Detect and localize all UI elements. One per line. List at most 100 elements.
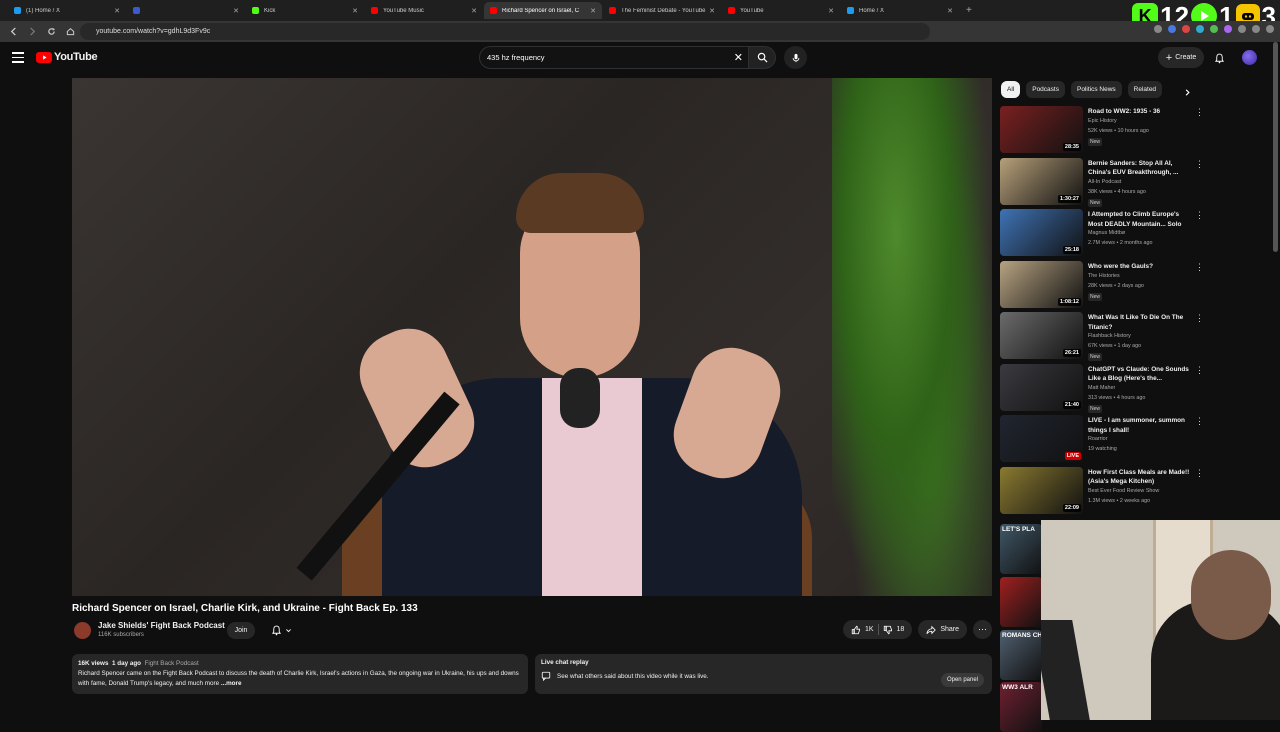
- recommended-channel[interactable]: Matt Maher: [1088, 385, 1115, 391]
- video-thumbnail[interactable]: 21:40: [1000, 363, 1083, 411]
- filter-chip[interactable]: Podcasts: [1026, 81, 1065, 98]
- notifications-bell-icon[interactable]: [1214, 51, 1225, 69]
- more-options-icon[interactable]: ⋮: [1195, 108, 1204, 117]
- dislike-count[interactable]: 18: [897, 626, 905, 633]
- browser-tab[interactable]: ✕: [127, 2, 245, 19]
- close-tab-icon[interactable]: ✕: [590, 7, 596, 15]
- dislike-icon[interactable]: [883, 625, 893, 635]
- youtube-logo[interactable]: YouTube: [36, 51, 98, 63]
- recommended-channel[interactable]: Roarrior: [1088, 436, 1107, 442]
- recommended-video[interactable]: 25:18 I Attempted to Climb Europe's Most …: [1000, 207, 1204, 259]
- recommended-video-thumbnail[interactable]: [1000, 577, 1042, 627]
- recommended-title[interactable]: LIVE - I am summoner, summon things I sh…: [1088, 416, 1190, 435]
- recommended-title[interactable]: Bernie Sanders: Stop All AI, China's EUV…: [1088, 159, 1190, 178]
- browser-tab[interactable]: YouTube Music ✕: [365, 2, 483, 19]
- video-thumbnail[interactable]: 28:35: [1000, 106, 1083, 153]
- video-thumbnail[interactable]: 25:18: [1000, 209, 1083, 256]
- recommended-video[interactable]: 28:35 Road to WW2: 1935 - 36 Epic History 5…: [1000, 104, 1204, 156]
- chevron-right-icon[interactable]: [1183, 84, 1192, 102]
- more-options-icon[interactable]: ⋮: [1195, 468, 1204, 477]
- browser-tab[interactable]: Kick ✕: [246, 2, 364, 19]
- browser-tab[interactable]: YouTube ✕: [722, 2, 840, 19]
- extension-icon[interactable]: [1182, 25, 1190, 33]
- channel-avatar[interactable]: [74, 622, 91, 639]
- video-thumbnail[interactable]: 26:21: [1000, 312, 1083, 359]
- join-button[interactable]: Join: [227, 622, 255, 639]
- recommended-video[interactable]: 1:08:12 Who were the Gauls? The Histories 2…: [1000, 259, 1204, 311]
- filter-chip[interactable]: All: [1001, 81, 1021, 98]
- recommended-title[interactable]: Road to WW2: 1935 - 36: [1088, 107, 1190, 117]
- recommended-title[interactable]: Who were the Gauls?: [1088, 262, 1190, 272]
- recommended-title[interactable]: How First Class Meals are Made!! (Asia's…: [1088, 468, 1190, 487]
- video-player[interactable]: [72, 78, 992, 596]
- recommended-channel[interactable]: All-In Podcast: [1088, 179, 1121, 185]
- subscription-notification-button[interactable]: [264, 622, 298, 639]
- clear-search-icon[interactable]: ✕: [734, 51, 743, 64]
- share-button[interactable]: Share: [918, 620, 967, 639]
- browser-tab[interactable]: Richard Spencer on Israel, C ✕: [484, 2, 602, 19]
- recommended-video-thumbnail[interactable]: LET'S PLA: [1000, 524, 1042, 574]
- video-thumbnail[interactable]: 1:08:12: [1000, 260, 1083, 308]
- search-button[interactable]: [748, 46, 776, 69]
- more-options-icon[interactable]: ⋮: [1195, 417, 1204, 426]
- recommended-video[interactable]: 26:21 What Was It Like To Die On The Tita…: [1000, 310, 1204, 362]
- more-options-icon[interactable]: ⋮: [1195, 211, 1204, 220]
- browser-tab[interactable]: (1) Home / X ✕: [8, 2, 126, 19]
- extension-icon[interactable]: [1238, 25, 1246, 33]
- more-options-icon[interactable]: ⋮: [1195, 365, 1204, 374]
- video-thumbnail[interactable]: 1:30:27: [1000, 157, 1083, 205]
- home-button[interactable]: [63, 25, 77, 39]
- close-tab-icon[interactable]: ✕: [947, 7, 953, 15]
- more-actions-icon[interactable]: ⋯: [973, 620, 992, 639]
- create-button[interactable]: + Create: [1158, 47, 1204, 68]
- recommended-title[interactable]: ChatGPT vs Claude: One Sounds Like a Blo…: [1088, 365, 1190, 384]
- reload-button[interactable]: [44, 25, 58, 39]
- extension-icon[interactable]: [1224, 25, 1232, 33]
- close-tab-icon[interactable]: ✕: [352, 7, 358, 15]
- close-tab-icon[interactable]: ✕: [709, 7, 715, 15]
- extension-icon[interactable]: [1210, 25, 1218, 33]
- channel-name[interactable]: Jake Shields' Fight Back Podcast: [98, 621, 225, 630]
- recommended-video[interactable]: 1:30:27 Bernie Sanders: Stop All AI, Chin…: [1000, 156, 1204, 208]
- extension-icon[interactable]: [1154, 25, 1162, 33]
- recommended-channel[interactable]: Flashback History: [1088, 333, 1131, 339]
- open-panel-button[interactable]: Open panel: [940, 673, 984, 687]
- more-options-icon[interactable]: ⋮: [1195, 262, 1204, 271]
- extension-icon[interactable]: [1196, 25, 1204, 33]
- recommended-channel[interactable]: Magnus Midtbø: [1088, 230, 1125, 236]
- like-count[interactable]: 1K: [865, 626, 874, 633]
- recommended-video[interactable]: 21:40 ChatGPT vs Claude: One Sounds Like …: [1000, 362, 1204, 414]
- show-more-link[interactable]: ...more: [221, 680, 242, 687]
- extension-icon[interactable]: [1168, 25, 1176, 33]
- close-tab-icon[interactable]: ✕: [233, 7, 239, 15]
- filter-chip[interactable]: Politics News: [1070, 81, 1122, 98]
- recommended-title[interactable]: What Was It Like To Die On The Titanic?: [1088, 313, 1190, 332]
- close-tab-icon[interactable]: ✕: [471, 7, 477, 15]
- recommended-title[interactable]: I Attempted to Climb Europe's Most DEADL…: [1088, 210, 1190, 229]
- page-scrollbar[interactable]: [1273, 42, 1278, 252]
- description-tag[interactable]: Fight Back Podcast: [145, 660, 199, 667]
- recommended-channel[interactable]: Epic History: [1088, 118, 1117, 124]
- recommended-video-thumbnail[interactable]: ROMANS CHAN: [1000, 630, 1042, 680]
- close-tab-icon[interactable]: ✕: [114, 7, 120, 15]
- extension-icon[interactable]: [1252, 25, 1260, 33]
- recommended-video[interactable]: LIVE LIVE - I am summoner, summon things …: [1000, 413, 1204, 465]
- url-bar[interactable]: youtube.com/watch?v=gdhL9d3Fv9c: [80, 23, 930, 40]
- hamburger-menu-icon[interactable]: [12, 52, 24, 63]
- search-input[interactable]: 435 hz frequency ✕: [479, 46, 749, 69]
- close-tab-icon[interactable]: ✕: [828, 7, 834, 15]
- back-button[interactable]: [6, 25, 20, 39]
- video-thumbnail[interactable]: 22:09: [1000, 466, 1083, 514]
- more-options-icon[interactable]: ⋮: [1195, 159, 1204, 168]
- video-thumbnail[interactable]: LIVE: [1000, 415, 1083, 462]
- new-tab-button[interactable]: +: [966, 5, 972, 16]
- description-box[interactable]: 16K views 1 day ago Fight Back Podcast R…: [72, 654, 528, 694]
- filter-chip[interactable]: Related: [1127, 81, 1163, 98]
- browser-tab[interactable]: Home / X ✕: [841, 2, 959, 19]
- recommended-video[interactable]: 22:09 How First Class Meals are Made!! (A…: [1000, 465, 1204, 517]
- more-options-icon[interactable]: ⋮: [1195, 314, 1204, 323]
- browser-tab[interactable]: The Feminist Debate - YouTube ✕: [603, 2, 721, 19]
- extension-icon[interactable]: [1266, 25, 1274, 33]
- recommended-video-thumbnail[interactable]: WW3 ALR: [1000, 682, 1042, 732]
- like-icon[interactable]: [851, 625, 861, 635]
